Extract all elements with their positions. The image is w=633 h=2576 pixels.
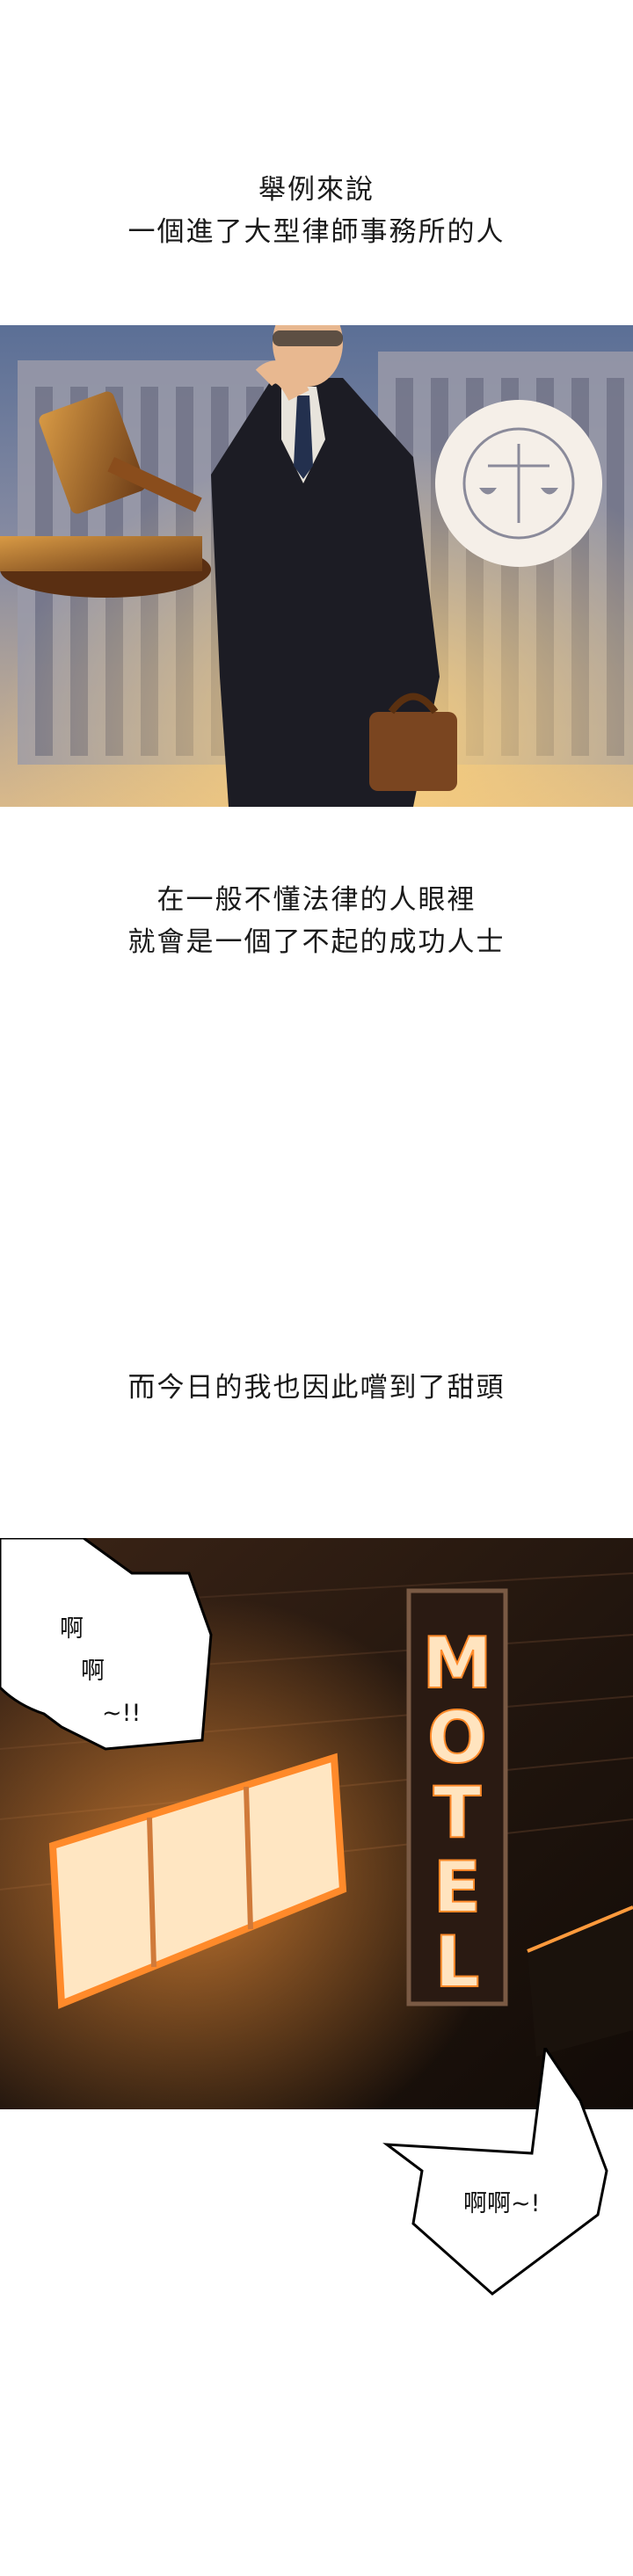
lawyer-illustration [0, 325, 633, 807]
sign-letter: M [422, 1622, 492, 1704]
sign-letter: T [433, 1772, 482, 1854]
caption-block-2: 在一般不懂法律的人眼裡 就會是一個了不起的成功人士 [0, 879, 633, 963]
caption-line: 舉例來說 [258, 174, 375, 206]
panel-lawyer [0, 325, 633, 807]
speech-bubble-2-text: 啊啊~! [463, 2190, 541, 2217]
sign-letter: E [433, 1847, 482, 1928]
caption-line: 一個進了大型律師事務所的人 [127, 216, 506, 248]
caption-block-3: 而今日的我也因此嚐到了甜頭 [0, 1367, 633, 1409]
speech-bubble-2 [382, 2048, 608, 2296]
bubble-line: ~!! [102, 1700, 142, 1727]
bubble-line: 啊 [60, 1615, 84, 1643]
speech-bubble-text: 啊 啊 ~!! [60, 1608, 141, 1735]
sign-letter: O [427, 1697, 487, 1779]
bubble-line: 啊 [81, 1658, 105, 1685]
caption-line: 在一般不懂法律的人眼裡 [156, 884, 477, 916]
caption-line: 而今日的我也因此嚐到了甜頭 [127, 1372, 506, 1404]
caption-block-1: 舉例來說 一個進了大型律師事務所的人 [0, 169, 633, 253]
panel-motel: M O T E L 啊 啊 ~!! [0, 1538, 633, 2109]
caption-line: 就會是一個了不起的成功人士 [127, 926, 506, 958]
justice-emblem-icon [435, 400, 602, 567]
sign-letter: L [435, 1921, 480, 2003]
